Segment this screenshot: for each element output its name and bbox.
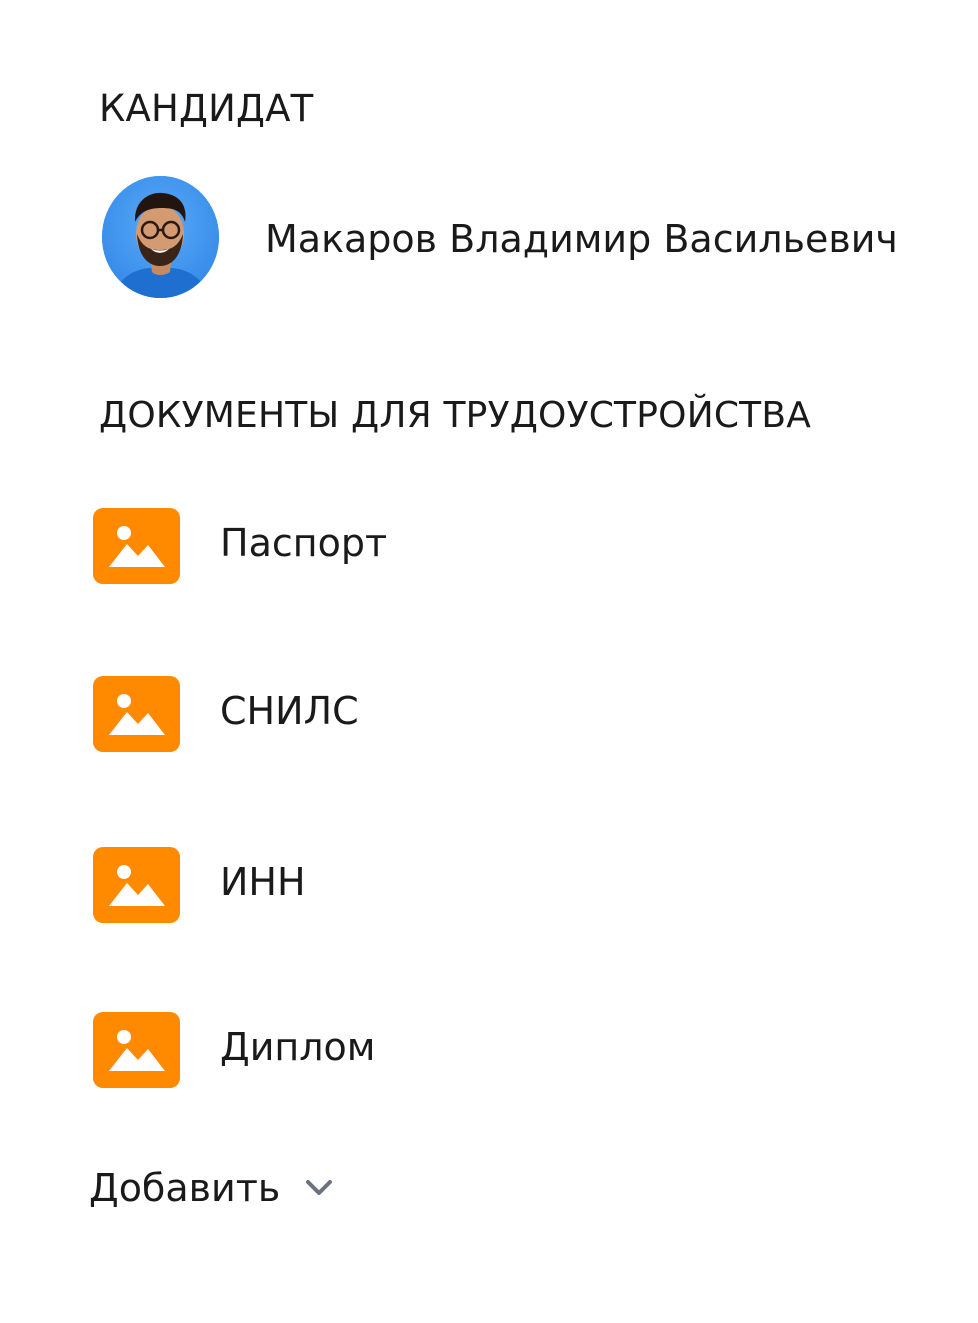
add-label: Добавить	[89, 1166, 281, 1210]
chevron-down-icon	[306, 1180, 333, 1195]
document-label: Диплом	[220, 1025, 376, 1069]
candidate-section-title: КАНДИДАТ	[99, 87, 314, 130]
document-label: Паспорт	[220, 521, 388, 565]
document-label: ИНН	[220, 860, 306, 904]
image-icon	[93, 1012, 180, 1088]
candidate-avatar[interactable]	[102, 176, 219, 298]
document-item-snils[interactable]: СНИЛС	[93, 676, 793, 752]
add-document-button[interactable]: Добавить	[89, 1166, 334, 1210]
documents-section-title: ДОКУМЕНТЫ ДЛЯ ТРУДОУСТРОЙСТВА	[99, 395, 812, 436]
avatar-photo	[102, 176, 219, 298]
candidate-name[interactable]: Макаров Владимир Васильевич	[265, 220, 898, 258]
document-label: СНИЛС	[220, 689, 359, 733]
image-icon	[93, 508, 180, 584]
image-icon	[93, 847, 180, 923]
document-item-passport[interactable]: Паспорт	[93, 508, 793, 584]
image-icon	[93, 676, 180, 752]
document-item-diploma[interactable]: Диплом	[93, 1012, 793, 1088]
document-item-inn[interactable]: ИНН	[93, 847, 793, 923]
